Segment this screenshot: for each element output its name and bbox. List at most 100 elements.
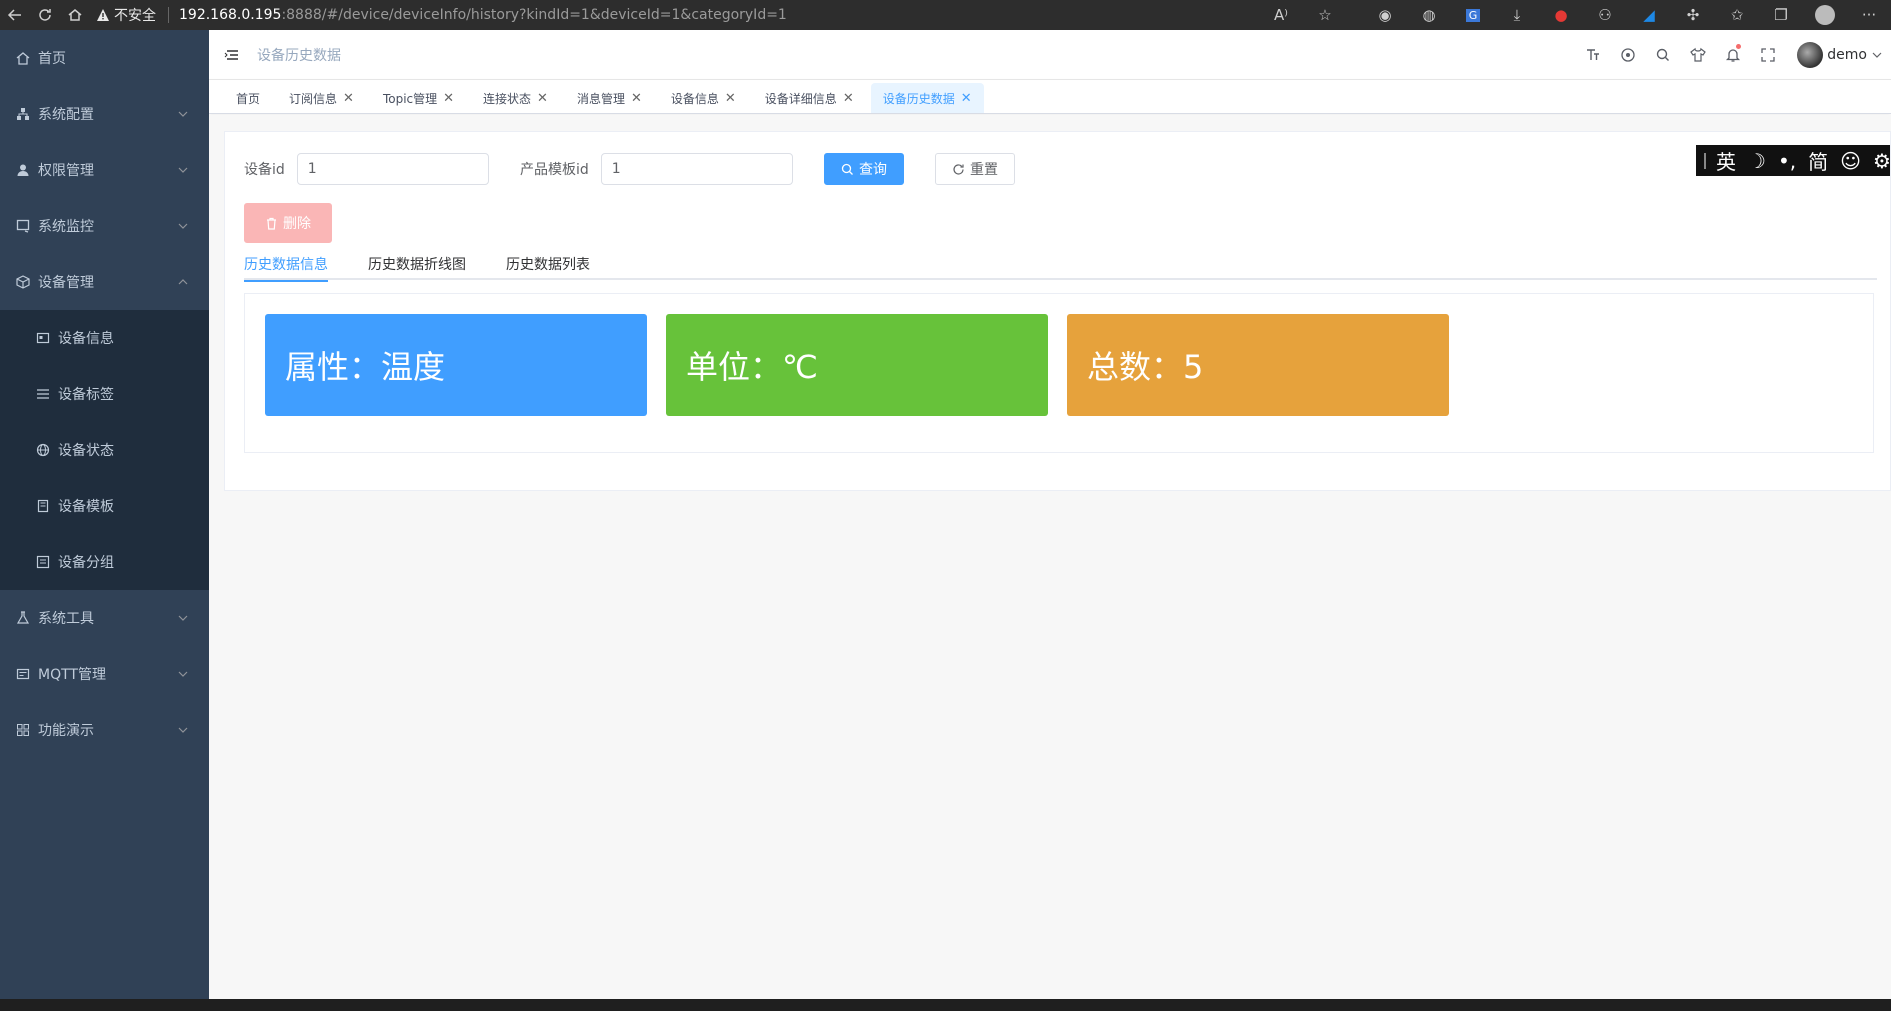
download-icon[interactable]: ⤓ [1495,0,1539,30]
home-browser-icon[interactable] [60,0,90,30]
tab-history-list[interactable]: 历史数据列表 [506,247,590,280]
tag-label: 消息管理 [576,91,625,106]
history-tabs: 历史数据信息 历史数据折线图 历史数据列表 [244,247,1877,282]
search-icon [841,163,853,175]
query-button[interactable]: 查询 [824,153,904,185]
reset-button[interactable]: 重置 [935,153,1015,185]
more-icon[interactable]: ··· [1847,0,1891,30]
font-size-icon[interactable] [1575,30,1610,80]
trash-icon [267,217,276,230]
drag-handle[interactable] [1704,152,1706,169]
sidebar-subitem-device-status[interactable]: 设备状态 [0,422,209,478]
sidebar-subitem-device-template[interactable]: 设备模板 [0,478,209,534]
tag-connection[interactable]: 连接状态 ✕ [471,83,560,113]
fullscreen-icon[interactable] [1750,30,1785,80]
hamburger-icon[interactable] [221,44,243,66]
profile-icon[interactable] [1803,0,1847,30]
device-id-label: 设备id [244,162,285,178]
monitor-icon [16,219,30,233]
ime-toolbar: 英 ☽ •, 简 ☺ ⚙ [1696,145,1891,176]
extension-icon[interactable]: ⚇ [1583,0,1627,30]
extension-icon[interactable]: ● [1539,0,1583,30]
cube-icon [16,275,30,289]
address-bar[interactable]: 不安全 192.168.0.195:8888/#/device/deviceIn… [96,0,787,30]
ime-emoji-icon[interactable]: ☺ [1840,149,1861,173]
username: demo [1827,47,1867,63]
right-menu: demo [1575,30,1891,80]
sidebar-subitem-device-info[interactable]: 设备信息 [0,310,209,366]
favorites-icon[interactable]: ✩ [1715,0,1759,30]
tag-messages[interactable]: 消息管理 ✕ [565,83,654,113]
sidebar-item-mqtt[interactable]: MQTT管理 [0,646,209,702]
sidebar-item-system-config[interactable]: 系统配置 [0,86,209,142]
ime-punctuation-icon[interactable]: •, [1778,149,1796,173]
stat-card-attribute: 属性：温度 [265,314,647,416]
stat-card-unit: 单位：℃ [666,314,1048,416]
close-icon[interactable]: ✕ [631,91,642,106]
reset-button-label: 重置 [970,162,998,178]
tab-history-info[interactable]: 历史数据信息 [244,247,328,282]
close-icon[interactable]: ✕ [443,91,454,106]
extension-icon[interactable]: ◍ [1407,0,1451,30]
chevron-down-icon [178,615,188,621]
ime-simplified-toggle[interactable]: 简 [1808,146,1828,175]
read-aloud-icon[interactable]: A⁾ [1259,0,1303,30]
group-icon [36,555,50,569]
sidebar-item-label: 首页 [38,51,66,67]
template-id-label: 产品模板id [520,162,589,178]
favorite-icon[interactable]: ☆ [1303,0,1347,30]
sidebar-subitem-label: 设备标签 [58,387,114,403]
user-dropdown[interactable]: demo [1797,42,1883,68]
tag-topic[interactable]: Topic管理 ✕ [371,83,466,113]
close-icon[interactable]: ✕ [725,91,736,106]
github-icon[interactable] [1610,30,1645,80]
tag-device-info[interactable]: 设备信息 ✕ [659,83,748,113]
close-icon[interactable]: ✕ [537,91,548,106]
extension-icon[interactable]: ◢ [1627,0,1671,30]
theme-shirt-icon[interactable] [1680,30,1715,80]
sidebar-subitem-device-group[interactable]: 设备分组 [0,534,209,590]
delete-button[interactable]: 删除 [244,203,332,243]
chevron-down-icon [178,111,188,117]
tag-label: 设备信息 [670,91,719,106]
close-icon[interactable]: ✕ [343,91,354,106]
bell-icon[interactable] [1715,30,1750,80]
sidebar-item-monitor[interactable]: 系统监控 [0,198,209,254]
device-id-field: 设备id 1 [244,153,489,185]
stat-text: 单位：℃ [686,348,818,386]
tag-device-history[interactable]: 设备历史数据 ✕ [870,83,984,113]
translate-icon[interactable]: G [1451,0,1495,30]
template-id-input[interactable]: 1 [600,153,793,185]
chevron-down-icon [178,223,188,229]
stat-text: 属性：温度 [285,348,446,386]
sidebar-item-demo[interactable]: 功能演示 [0,702,209,758]
sidebar-item-device-management[interactable]: 设备管理 [0,254,209,310]
tag-device-detail[interactable]: 设备详细信息 ✕ [753,83,866,113]
tag-label: Topic管理 [382,91,438,106]
puzzle-icon[interactable]: ✣ [1671,0,1715,30]
close-icon[interactable]: ✕ [961,91,972,106]
ime-settings-icon[interactable]: ⚙ [1873,149,1891,173]
sidebar-subitem-device-tags[interactable]: 设备标签 [0,366,209,422]
sidebar-item-system-tools[interactable]: 系统工具 [0,590,209,646]
close-icon[interactable]: ✕ [843,91,854,106]
chevron-down-icon [178,727,188,733]
extension-icon[interactable]: ◉ [1363,0,1407,30]
sidebar-item-home[interactable]: 首页 [0,30,209,86]
chevron-down-icon [178,167,188,173]
tag-subscription[interactable]: 订阅信息 ✕ [277,83,366,113]
back-icon[interactable] [0,0,30,30]
search-icon[interactable] [1645,30,1680,80]
stat-card-total: 总数：5 [1067,314,1449,416]
collections-icon[interactable]: ❐ [1759,0,1803,30]
delete-button-label: 删除 [283,216,311,232]
sidebar-item-permissions[interactable]: 权限管理 [0,142,209,198]
ime-moon-icon[interactable]: ☽ [1748,149,1766,173]
ime-language-toggle[interactable]: 英 [1716,146,1736,175]
tab-history-chart[interactable]: 历史数据折线图 [368,247,466,280]
refresh-icon[interactable] [30,0,60,30]
flask-icon [16,611,30,624]
device-id-input[interactable]: 1 [296,153,489,185]
tag-home[interactable]: 首页 [224,83,272,113]
sidebar-item-label: 系统工具 [38,611,94,627]
